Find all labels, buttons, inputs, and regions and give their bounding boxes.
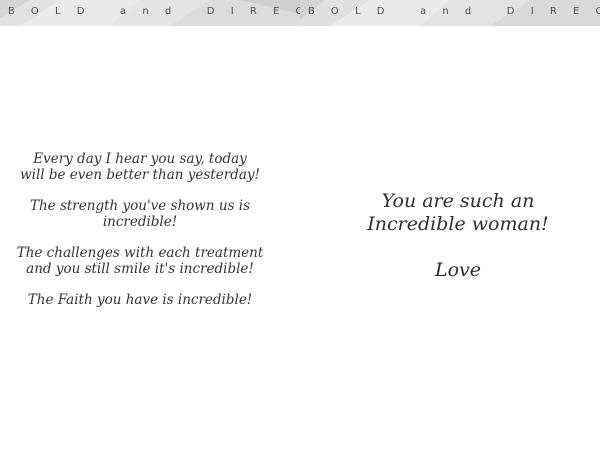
verse-1: Every day I hear you say, today will be … xyxy=(0,151,280,183)
verse-line: incredible! xyxy=(102,214,178,230)
signature-text: Love xyxy=(434,259,482,281)
verse-2: The strength you've shown us is incredib… xyxy=(0,198,280,230)
banner-strip: BOLD and DIREC xyxy=(300,0,600,26)
inside-left-panel: BOLD and DIRECT Every day I hear you say… xyxy=(0,0,300,450)
message-line: Incredible woman! xyxy=(367,213,549,235)
signature: Love xyxy=(300,259,600,282)
message-line: You are such an xyxy=(381,190,535,212)
banner-text: BOLD and DIREC xyxy=(308,6,600,17)
verse-line: The strength you've shown us is xyxy=(29,198,251,214)
verse-3: The challenges with each treatment and y… xyxy=(0,245,280,277)
main-message: You are such an Incredible woman! xyxy=(300,190,600,236)
inside-right-panel: BOLD and DIREC You are such an Incredibl… xyxy=(300,0,600,450)
verse-4: The Faith you have is incredible! xyxy=(0,292,280,308)
verse-line: The challenges with each treatment xyxy=(16,245,264,261)
verse-line: Every day I hear you say, today xyxy=(33,151,247,167)
verse-line: will be even better than yesterday! xyxy=(20,167,260,183)
banner-strip: BOLD and DIRECT xyxy=(0,0,300,26)
verse-line: and you still smile it's incredible! xyxy=(26,261,254,277)
verse-line: The Faith you have is incredible! xyxy=(27,292,253,308)
banner-text: BOLD and DIRECT xyxy=(8,6,300,17)
